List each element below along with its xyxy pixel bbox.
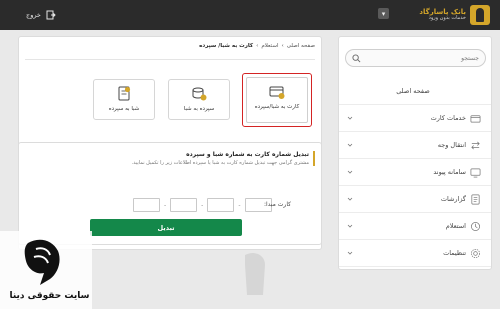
- sidebar-item-label: گزارشات: [440, 195, 466, 203]
- chevron-down-icon: [347, 116, 353, 120]
- search-box[interactable]: [345, 49, 486, 67]
- settings-icon: [471, 248, 480, 258]
- link-icon: [470, 167, 481, 177]
- option-label: شبا به سپرده: [108, 106, 140, 112]
- sidebar-item-label: انتقال وجه: [437, 141, 466, 149]
- option-sheba-to-deposit[interactable]: شبا به سپرده: [93, 79, 155, 120]
- brand-subtitle: خدمات بدون ورود: [428, 15, 466, 22]
- card-number-inputs: - - -: [133, 198, 272, 212]
- sidebar-item-home[interactable]: صفحه اصلی: [339, 78, 491, 105]
- site-name: سایت حقوقی دینا: [9, 291, 90, 301]
- watermark-logo-icon: [245, 253, 265, 295]
- option-label: سپرده به شبا: [183, 106, 215, 112]
- convert-button[interactable]: تبدیل: [90, 219, 242, 236]
- breadcrumb-current: کارت به شبا/ سپرده: [199, 43, 254, 49]
- breadcrumb: صفحه اصلی › استعلام › کارت به شبا/ سپرده: [199, 43, 315, 49]
- chevron-down-icon[interactable]: ▾: [378, 8, 389, 19]
- sidebar-item-label: خدمات کارت: [430, 114, 466, 122]
- card-origin-label: کارت مبدا:: [264, 201, 291, 208]
- document-icon: [118, 86, 131, 101]
- option-card-to-sheba[interactable]: کارت به شبا/سپرده: [242, 73, 312, 127]
- chevron-down-icon: [347, 251, 353, 255]
- chevron-down-icon: [347, 197, 353, 201]
- chevron-down-icon: [347, 143, 353, 147]
- brand: بانک پاسارگاد خدمات بدون ورود: [419, 4, 490, 26]
- card-icon: [470, 114, 481, 123]
- search-icon: [352, 53, 361, 62]
- site-logo-icon: [24, 239, 60, 285]
- breadcrumb-separator: ›: [256, 43, 259, 49]
- sidebar-item-label: صفحه اصلی: [396, 87, 430, 95]
- sidebar-item-peyvand[interactable]: سامانه پیوند: [339, 159, 491, 186]
- breadcrumb-separator: ›: [281, 43, 284, 49]
- card-number-part-3[interactable]: [170, 198, 198, 212]
- card-number-part-4[interactable]: [133, 198, 160, 212]
- search-input[interactable]: [361, 54, 479, 62]
- chevron-down-icon: [347, 170, 353, 174]
- card-number-part-2[interactable]: [207, 198, 235, 212]
- coins-icon: [192, 87, 207, 101]
- inquiry-icon: [471, 221, 480, 231]
- bank-logo-icon: [470, 5, 490, 25]
- breadcrumb-home[interactable]: صفحه اصلی: [287, 43, 315, 49]
- sidebar-item-transfer[interactable]: انتقال وجه: [339, 132, 491, 159]
- top-bar: خروج ▾ بانک پاسارگاد خدمات بدون ورود: [0, 0, 500, 30]
- panel-description: مشتری گرامی جهت تبدیل شماره کارت به شبا …: [131, 160, 309, 166]
- sidebar-item-card-services[interactable]: خدمات کارت: [339, 105, 491, 132]
- logout-label: خروج: [26, 11, 41, 19]
- breadcrumb-inquiry[interactable]: استعلام: [261, 43, 278, 49]
- divider: [25, 59, 315, 60]
- option-deposit-to-sheba[interactable]: سپرده به شبا: [168, 79, 230, 120]
- logout-button[interactable]: خروج: [26, 8, 56, 22]
- chevron-down-icon: [347, 224, 353, 228]
- sidebar-item-inquiry[interactable]: استعلام: [339, 213, 491, 240]
- sidebar-item-reports[interactable]: گزارشات: [339, 186, 491, 213]
- sidebar-item-settings[interactable]: تنظیمات: [339, 240, 491, 267]
- report-icon: [471, 194, 480, 204]
- sidebar-item-label: تنظیمات: [443, 249, 466, 257]
- sidebar-menu: صفحه اصلی خدمات کارت انتقال وجه سامانه پ…: [339, 78, 491, 267]
- panel-title: تبدیل شماره کارت به شماره شبا و سپرده: [186, 151, 309, 158]
- logout-icon: [46, 10, 56, 20]
- sidebar-item-label: استعلام: [445, 222, 466, 230]
- sidebar: صفحه اصلی خدمات کارت انتقال وجه سامانه پ…: [338, 36, 492, 270]
- transfer-icon: [471, 141, 480, 149]
- panel-header: تبدیل شماره کارت به شماره شبا و سپرده مش…: [132, 151, 315, 166]
- sidebar-item-label: سامانه پیوند: [433, 168, 466, 176]
